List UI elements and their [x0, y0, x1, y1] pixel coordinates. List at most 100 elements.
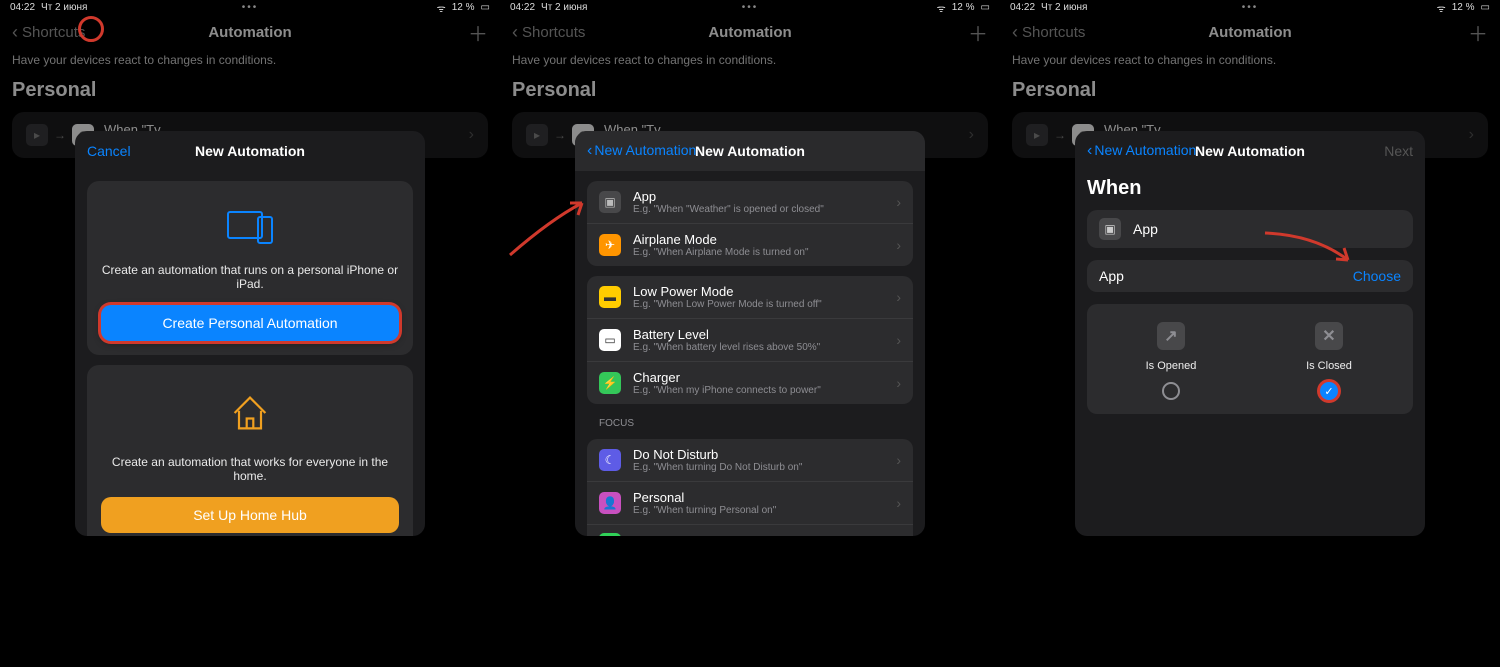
home-automation-card: Create an automation that works for ever…	[87, 365, 413, 536]
trigger-title: Personal	[633, 490, 884, 505]
choose-button[interactable]: Choose	[1353, 268, 1401, 284]
status-time: 04:22	[1010, 2, 1035, 13]
chevron-right-icon: ›	[896, 237, 901, 253]
chevron-right-icon: ›	[896, 452, 901, 468]
wifi-icon: ᯤ	[437, 1, 446, 15]
sheet-title: New Automation	[1195, 143, 1305, 159]
closed-radio[interactable]: ✓	[1320, 382, 1338, 400]
chevron-right-icon: ›	[896, 495, 901, 511]
section-personal: Personal	[500, 67, 1000, 108]
sheet-title: New Automation	[695, 143, 805, 159]
status-date: Чт 2 июня	[1041, 2, 1087, 13]
trigger-title: Do Not Disturb	[633, 447, 884, 462]
source-app-icon: ▸	[26, 124, 48, 146]
chevron-right-icon: ›	[896, 289, 901, 305]
status-date: Чт 2 июня	[541, 2, 587, 13]
battery-pct: 12 %	[1452, 2, 1475, 13]
trigger-sub: E.g. "When turning Do Not Disturb on"	[633, 462, 884, 473]
app-label: App	[1099, 268, 1341, 284]
trigger-work-focus[interactable]: Work	[587, 525, 913, 536]
trigger-app[interactable]: ▣ App E.g. "When "Weather" is opened or …	[587, 181, 913, 224]
open-close-toggle: ↗ Is Opened ✕ Is Closed ✓	[1087, 304, 1413, 414]
chevron-left-icon: ‹	[512, 22, 518, 43]
choose-app-row[interactable]: App Choose	[1087, 260, 1413, 292]
charger-icon: ⚡	[599, 372, 621, 394]
chevron-left-icon: ‹	[1012, 22, 1018, 43]
arrow-icon: →	[54, 128, 66, 142]
trigger-dnd[interactable]: ☾ Do Not Disturb E.g. "When turning Do N…	[587, 439, 913, 482]
work-focus-icon	[599, 533, 621, 536]
status-bar: 04:22 Чт 2 июня ••• ᯤ 12 % ▭	[500, 0, 1000, 15]
status-bar: 04:22 Чт 2 июня ••• ᯤ 12 % ▭	[0, 0, 500, 15]
multitask-dots[interactable]: •••	[242, 2, 259, 13]
trigger-sub: E.g. "When battery level rises above 50%…	[633, 342, 884, 353]
closed-label: Is Closed	[1306, 360, 1352, 372]
section-personal: Personal	[1000, 67, 1500, 108]
focus-header: Focus	[599, 418, 901, 429]
is-closed-option[interactable]: ✕ Is Closed ✓	[1255, 322, 1403, 400]
setup-home-hub-button[interactable]: Set Up Home Hub	[101, 497, 399, 533]
add-automation-button[interactable]: ＋	[968, 18, 988, 47]
back-new-automation[interactable]: ‹New Automation	[587, 142, 696, 160]
chevron-left-icon: ‹	[12, 22, 18, 43]
add-automation-button[interactable]: ＋	[468, 18, 488, 47]
back-shortcuts[interactable]: ‹ Shortcuts	[1012, 22, 1085, 43]
nav-title: Automation	[708, 24, 791, 41]
trigger-sub: E.g. "When "Weather" is opened or closed…	[633, 204, 884, 215]
trigger-type-row: ▣ App	[1087, 210, 1413, 248]
chevron-right-icon: ›	[896, 375, 901, 391]
chevron-right-icon: ›	[469, 126, 474, 144]
chevron-left-icon: ‹	[1087, 142, 1092, 159]
trigger-list-sheet: ‹New Automation New Automation ▣ App E.g…	[575, 131, 925, 536]
personal-focus-icon: 👤	[599, 492, 621, 514]
back-label: Shortcuts	[522, 24, 585, 41]
source-app-icon: ▸	[526, 124, 548, 146]
battery-pct: 12 %	[452, 2, 475, 13]
trigger-sub: E.g. "When my iPhone connects to power"	[633, 385, 884, 396]
trigger-title: Battery Level	[633, 327, 884, 342]
home-desc: Create an automation that works for ever…	[101, 455, 399, 483]
add-automation-button[interactable]: ＋	[1468, 18, 1488, 47]
when-heading: When	[1075, 171, 1425, 210]
home-icon	[101, 383, 399, 443]
opened-radio[interactable]	[1162, 382, 1180, 400]
trigger-sub: E.g. "When Airplane Mode is turned on"	[633, 247, 884, 258]
trigger-battery-level[interactable]: ▭ Battery Level E.g. "When battery level…	[587, 319, 913, 362]
create-personal-automation-button[interactable]: Create Personal Automation	[101, 305, 399, 341]
chevron-right-icon: ›	[896, 194, 901, 210]
chevron-right-icon: ›	[969, 126, 974, 144]
back-label: Shortcuts	[22, 24, 85, 41]
page-subtitle: Have your devices react to changes in co…	[1000, 49, 1500, 67]
nav-bar: ‹ Shortcuts Automation ＋	[1000, 15, 1500, 49]
battery-pct: 12 %	[952, 2, 975, 13]
airplane-icon: ✈	[599, 234, 621, 256]
trigger-sub: E.g. "When turning Personal on"	[633, 505, 884, 516]
is-opened-option[interactable]: ↗ Is Opened	[1097, 322, 1245, 400]
trigger-personal-focus[interactable]: 👤 Personal E.g. "When turning Personal o…	[587, 482, 913, 525]
low-power-icon: ▬	[599, 286, 621, 308]
back-new-automation[interactable]: ‹New Automation	[1087, 142, 1196, 160]
nav-bar: ‹ Shortcuts Automation ＋	[0, 15, 500, 49]
app-icon: ▣	[599, 191, 621, 213]
nav-title: Automation	[1208, 24, 1291, 41]
section-personal: Personal	[0, 67, 500, 108]
devices-icon	[101, 199, 399, 251]
back-shortcuts[interactable]: ‹ Shortcuts	[512, 22, 585, 43]
trigger-charger[interactable]: ⚡ Charger E.g. "When my iPhone connects …	[587, 362, 913, 404]
back-shortcuts[interactable]: ‹ Shortcuts	[12, 22, 85, 43]
dnd-icon: ☾	[599, 449, 621, 471]
battery-icon: ▭	[1481, 2, 1490, 13]
trigger-airplane[interactable]: ✈ Airplane Mode E.g. "When Airplane Mode…	[587, 224, 913, 266]
trigger-title: App	[633, 189, 884, 204]
battery-level-icon: ▭	[599, 329, 621, 351]
wifi-icon: ᯤ	[1437, 1, 1446, 15]
cancel-button[interactable]: Cancel	[87, 143, 131, 159]
trigger-low-power[interactable]: ▬ Low Power Mode E.g. "When Low Power Mo…	[587, 276, 913, 319]
status-bar: 04:22 Чт 2 июня ••• ᯤ 12 % ▭	[1000, 0, 1500, 15]
multitask-dots[interactable]: •••	[742, 2, 759, 13]
multitask-dots[interactable]: •••	[1242, 2, 1259, 13]
next-button[interactable]: Next	[1384, 143, 1413, 159]
personal-desc: Create an automation that runs on a pers…	[101, 263, 399, 291]
nav-bar: ‹ Shortcuts Automation ＋	[500, 15, 1000, 49]
nav-title: Automation	[208, 24, 291, 41]
